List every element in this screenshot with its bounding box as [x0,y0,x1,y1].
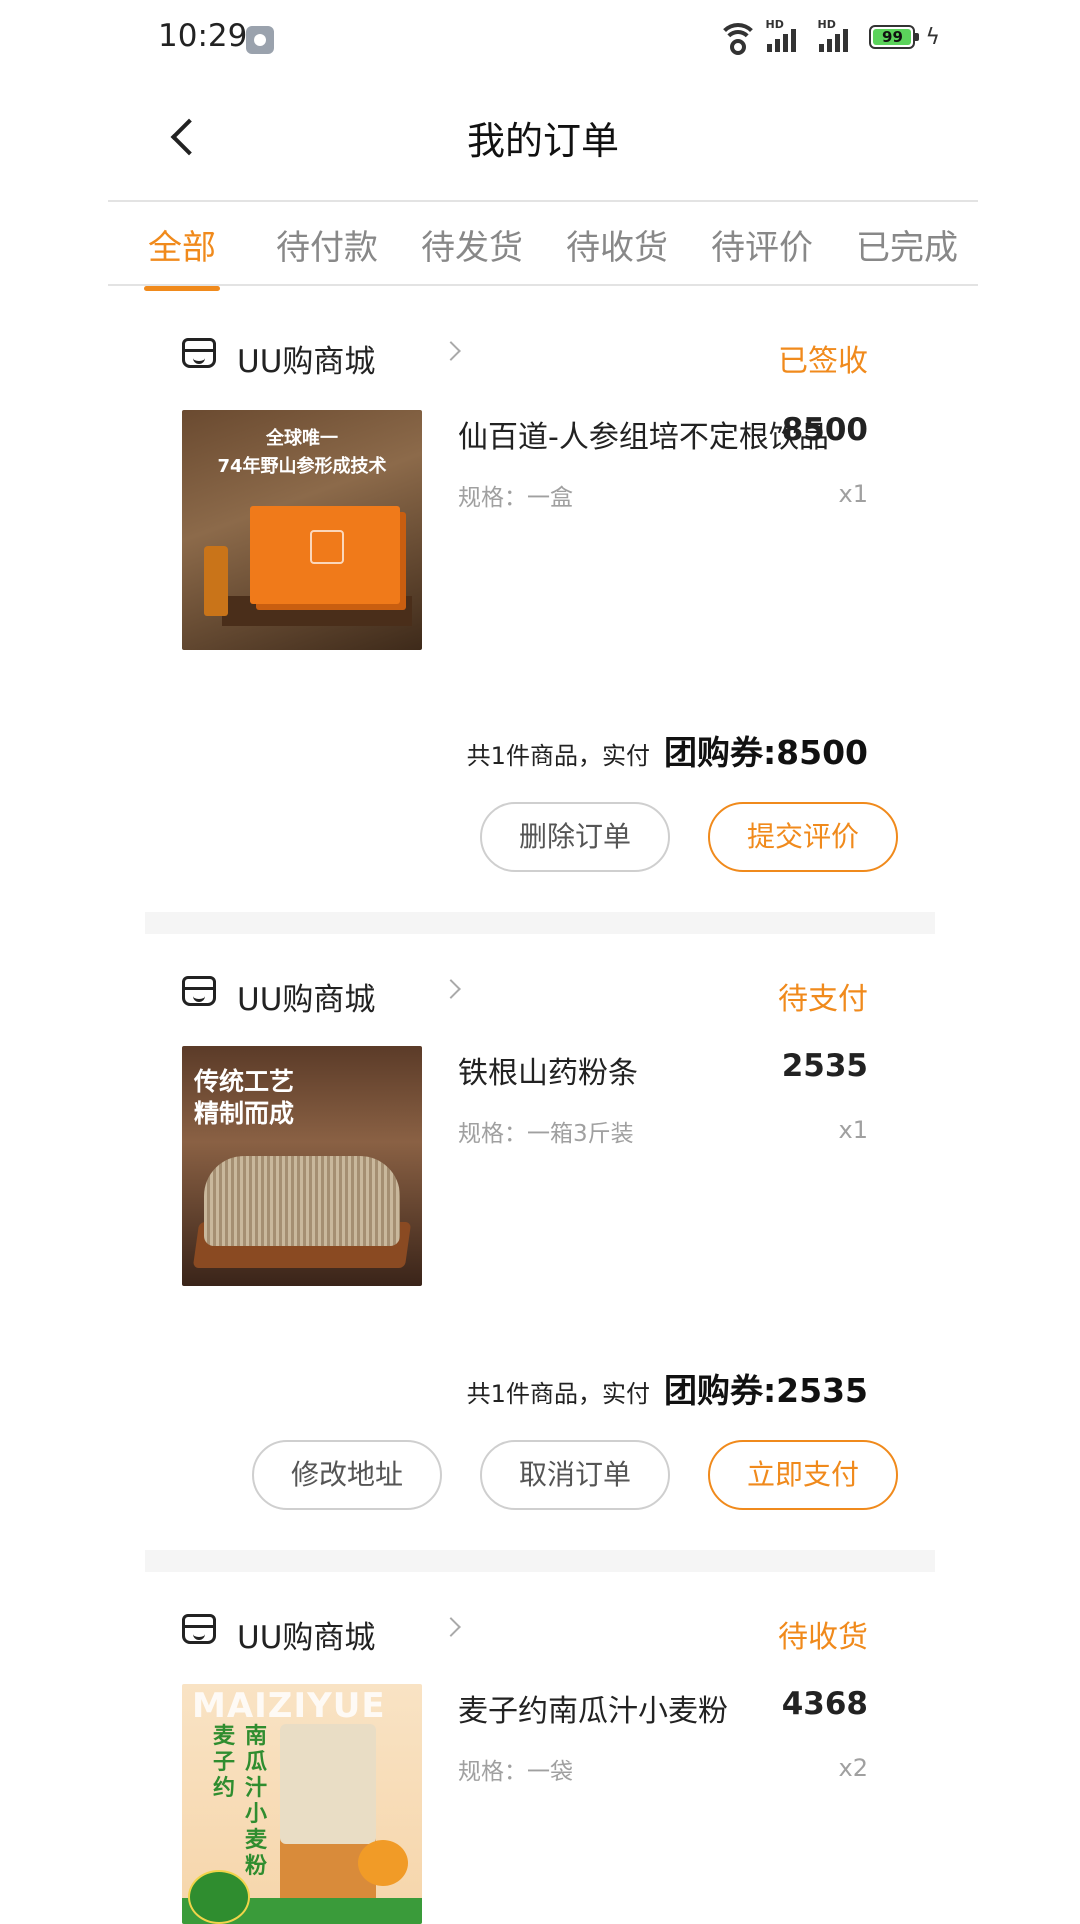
product-image-text: 全球唯一 [266,428,338,449]
tab-completed[interactable]: 已完成 [856,220,958,269]
settings-notification-icon [246,26,274,54]
product-bag-graphic [280,1724,376,1904]
pay-now-button[interactable]: 立即支付 [708,1440,898,1510]
product-spec: 规格：一箱3斤装 [458,1121,634,1147]
chevron-right-icon [441,341,461,361]
tab-active-indicator [144,286,220,291]
tab-label: 全部 [148,228,216,268]
delete-order-button[interactable]: 删除订单 [480,802,670,872]
summary-count: 共1件商品，实付 [466,742,650,770]
status-icons: HD HD 99 ϟ [717,18,940,55]
product-price: 2535 [781,1048,868,1084]
tab-label: 已完成 [856,228,958,268]
product-quantity: x1 [838,1116,868,1144]
summary-total: 团购券:2535 [663,1371,868,1410]
tab-label: 待评价 [711,228,813,268]
product-image[interactable]: MAIZIYUE 麦子约 南瓜汁小麦粉 [182,1684,422,1924]
cancel-order-button[interactable]: 取消订单 [480,1440,670,1510]
order-summary: 共1件商品，实付 团购券:2535 [467,1364,868,1412]
product-spec: 规格：一盒 [458,485,573,511]
product-seal-graphic [188,1870,250,1924]
signal-icon-2: HD [817,18,859,52]
status-time: 10:29 [158,18,248,54]
shop-name: UU购商城 [237,1620,376,1656]
pumpkin-graphic [358,1840,408,1886]
section-divider [145,912,935,934]
product-image-text: 精制而成 [194,1099,295,1128]
battery-level: 99 [882,28,903,46]
shop-name: UU购商城 [237,982,376,1018]
product-name[interactable]: 仙百道-人参组培不定根饮品 [458,412,829,456]
product-price: 4368 [781,1686,868,1722]
product-image-text: 74年野山参形成技术 [217,456,387,477]
tab-label: 待发货 [421,228,523,268]
product-image[interactable]: 全球唯一 74年野山参形成技术 [182,410,422,650]
store-icon [182,338,216,368]
tab-label: 待收货 [566,228,668,268]
product-quantity: x2 [838,1754,868,1782]
summary-total: 团购券:8500 [663,733,868,772]
shop-name: UU购商城 [237,344,376,380]
signal-icon: HD [765,18,807,52]
order-status: 已签收 [778,344,868,379]
product-image-text: 传统工艺 [194,1067,295,1096]
tab-pending-payment[interactable]: 待付款 [276,220,378,269]
submit-review-button[interactable]: 提交评价 [708,802,898,872]
order-tabs: 全部 待付款 待发货 待收货 待评价 已完成 [108,202,978,291]
status-bar: 10:29 HD HD 99 ϟ [0,0,1080,80]
modify-address-button[interactable]: 修改地址 [252,1440,442,1510]
product-image-text: 麦子约 [212,1724,235,1801]
product-image-text: MAIZIYUE [192,1686,386,1726]
product-spec: 规格：一袋 [458,1759,573,1785]
battery-icon: 99 [869,25,920,49]
order-status: 待支付 [778,982,868,1017]
store-icon [182,976,216,1006]
product-name[interactable]: 铁根山药粉条 [458,1048,638,1092]
tab-pending-receipt[interactable]: 待收货 [566,220,668,269]
product-image-text: 南瓜汁小麦粉 [244,1724,267,1879]
product-quantity: x1 [838,480,868,508]
product-box-graphic [250,506,400,604]
product-bottle-graphic [204,546,228,616]
tab-pending-review[interactable]: 待评价 [711,220,813,269]
page-title: 我的订单 [466,119,619,163]
chevron-right-icon [441,979,461,999]
store-icon [182,1614,216,1644]
section-divider [145,1550,935,1572]
order-status: 待收货 [778,1620,868,1655]
page-header: 我的订单 [108,80,978,202]
tab-all[interactable]: 全部 [144,220,220,291]
order-summary: 共1件商品，实付 团购券:8500 [467,726,868,774]
product-image[interactable]: 传统工艺 精制而成 [182,1046,422,1286]
summary-count: 共1件商品，实付 [466,1380,650,1408]
product-noodles-graphic [204,1156,400,1246]
charging-icon: ϟ [925,24,940,50]
wifi-icon [717,23,760,55]
tab-pending-shipment[interactable]: 待发货 [421,220,523,269]
chevron-right-icon [441,1617,461,1637]
tab-label: 待付款 [276,228,378,268]
product-name[interactable]: 麦子约南瓜汁小麦粉 [458,1686,728,1730]
product-price: 8500 [781,412,868,448]
